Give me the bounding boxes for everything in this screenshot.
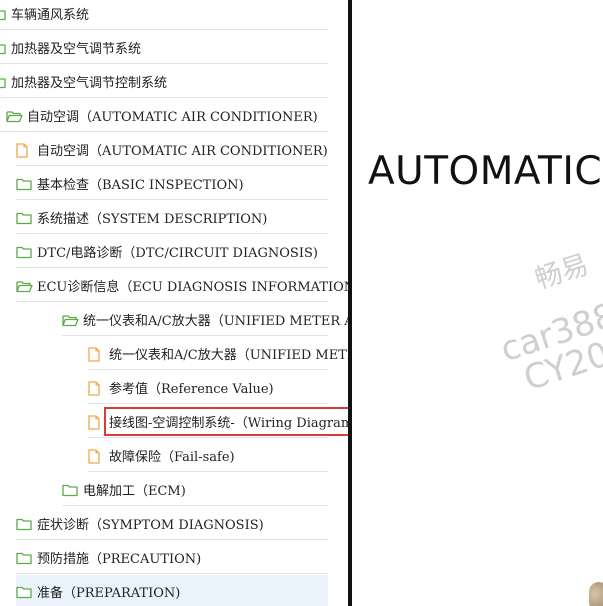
tree-item[interactable]: 故障保险（Fail-safe) [0, 439, 350, 472]
row-divider [0, 29, 328, 30]
folder-icon [16, 585, 32, 599]
folder-icon [0, 41, 6, 55]
watermark-line-1: 畅易 [531, 249, 593, 296]
folder-icon [16, 245, 32, 259]
tree-item-label: 电解加工（ECM) [83, 484, 186, 499]
tree-item[interactable]: 自动空调（AUTOMATIC AIR CONDITIONER) [0, 133, 350, 166]
row-divider [16, 573, 328, 574]
folder-icon [16, 551, 32, 565]
document-icon [88, 380, 104, 396]
tree-item[interactable]: 统一仪表和A/C放大器（UNIFIED METER AND A/C AMP.) [0, 337, 350, 370]
tree-item-label: 加热器及空气调节控制系统 [11, 76, 168, 91]
document-icon [16, 142, 32, 158]
row-divider [0, 97, 328, 98]
row-divider [16, 199, 328, 200]
folder-icon [62, 483, 78, 497]
tree-item[interactable]: 基本检查（BASIC INSPECTION) [0, 167, 350, 200]
tree-item[interactable]: ECU诊断信息（ECU DIAGNOSIS INFORMATION) [0, 269, 350, 302]
tree-item-label: 参考值（Reference Value) [109, 382, 274, 397]
folder-icon [16, 517, 32, 531]
tree-item[interactable]: 电解加工（ECM) [0, 473, 350, 506]
tree-item-label: 统一仪表和A/C放大器（UNIFIED METER AND A/C AMP.) [109, 348, 350, 363]
tree-item-label: ECU诊断信息（ECU DIAGNOSIS INFORMATION) [37, 280, 350, 295]
folder-icon [0, 7, 6, 21]
row-divider [0, 131, 328, 132]
tree-item[interactable]: 症状诊断（SYMPTOM DIAGNOSIS) [0, 507, 350, 540]
tree-item-label: 自动空调（AUTOMATIC AIR CONDITIONER) [37, 144, 328, 159]
row-divider [62, 505, 328, 506]
tree-item[interactable]: 预防措施（PRECAUTION) [0, 541, 350, 574]
tree-item-label: 加热器及空气调节系统 [11, 42, 142, 57]
tree-item[interactable]: 参考值（Reference Value) [0, 371, 350, 404]
row-divider [16, 267, 328, 268]
tree-item-label: 接线图-空调控制系统-（Wiring Diagram - AIR CONDITI… [103, 407, 350, 436]
tree-item-label: 车辆通风系统 [11, 8, 90, 23]
row-divider [62, 335, 328, 336]
row-divider [88, 403, 328, 404]
tree-item-label: DTC/电路诊断（DTC/CIRCUIT DIAGNOSIS) [37, 246, 318, 261]
tree-item-label: 系统描述（SYSTEM DESCRIPTION) [37, 212, 268, 227]
tree-item[interactable]: 车辆通风系统 [0, 0, 350, 30]
document-icon [88, 346, 104, 362]
tree-item-label: 故障保险（Fail-safe) [109, 450, 235, 465]
tree-item-label: 症状诊断（SYMPTOM DIAGNOSIS) [37, 518, 264, 533]
document-icon [88, 448, 104, 464]
tree-item-label: 统一仪表和A/C放大器（UNIFIED METER AND A/C AMP.) [83, 314, 350, 329]
row-divider [16, 165, 328, 166]
tree-item[interactable]: 统一仪表和A/C放大器（UNIFIED METER AND A/C AMP.) [0, 303, 350, 336]
folder-icon [0, 75, 6, 89]
tree-item[interactable]: 系统描述（SYSTEM DESCRIPTION) [0, 201, 350, 234]
folder-open-icon [16, 279, 33, 293]
row-divider [88, 471, 328, 472]
folder-open-icon [6, 109, 23, 123]
tree-item[interactable]: 准备（PREPARATION) [16, 575, 328, 606]
navigation-tree: 车辆通风系统加热器及空气调节系统加热器及空气调节控制系统自动空调（AUTOMAT… [0, 0, 350, 606]
tree-item[interactable]: DTC/电路诊断（DTC/CIRCUIT DIAGNOSIS) [0, 235, 350, 268]
row-divider [16, 301, 328, 302]
tree-item[interactable]: 加热器及空气调节控制系统 [0, 65, 350, 98]
tree-item[interactable]: 接线图-空调控制系统-（Wiring Diagram - AIR CONDITI… [0, 405, 350, 438]
document-icon [88, 414, 104, 430]
content-title: AUTOMATIC AIR CONDITIONER [368, 149, 603, 194]
tree-item[interactable]: 加热器及空气调节系统 [0, 31, 350, 64]
corner-decoration [589, 582, 603, 606]
folder-icon [16, 211, 32, 225]
folder-open-icon [62, 313, 79, 327]
row-divider [88, 437, 328, 438]
folder-icon [16, 177, 32, 191]
tree-item-label: 自动空调（AUTOMATIC AIR CONDITIONER) [27, 110, 318, 125]
tree-item[interactable]: 自动空调（AUTOMATIC AIR CONDITIONER) [0, 99, 350, 132]
row-divider [88, 369, 328, 370]
content-pane: AUTOMATIC AIR CONDITIONER 畅易 car388.com … [352, 0, 603, 606]
row-divider [16, 539, 328, 540]
tree-item-label: 基本检查（BASIC INSPECTION) [37, 178, 244, 193]
row-divider [0, 63, 328, 64]
row-divider [16, 233, 328, 234]
tree-item-label: 预防措施（PRECAUTION) [37, 552, 202, 567]
tree-item-label: 准备（PREPARATION) [37, 586, 181, 601]
